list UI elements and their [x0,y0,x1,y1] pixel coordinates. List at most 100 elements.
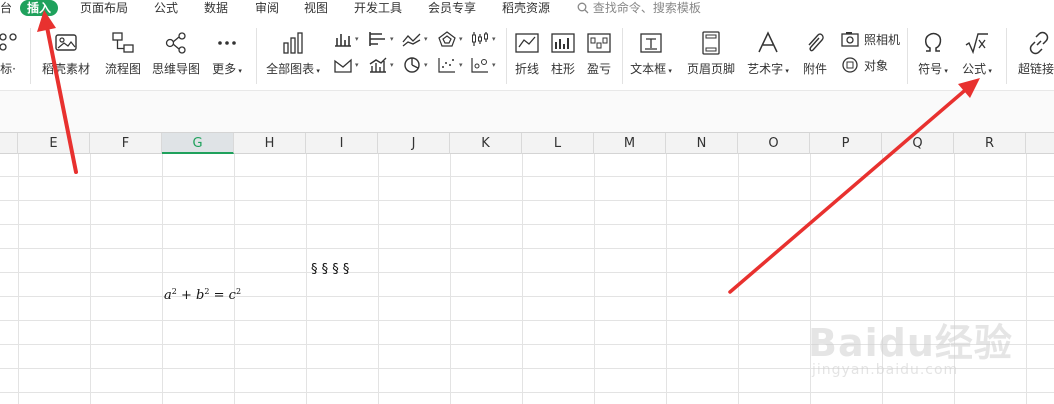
menu-tab-data[interactable]: 数据 [204,0,228,18]
more-button[interactable]: 更多 ▾ [208,28,246,86]
column-header-l[interactable]: L [522,133,594,154]
column-line [162,154,163,404]
formula-button[interactable]: 公式 ▾ [956,28,998,86]
shapes-icon [0,33,17,51]
bubble-chart-icon [471,58,488,73]
menu-tab-partial[interactable]: 台 [0,0,12,18]
menu-tab-member[interactable]: 会员专享 [428,0,476,18]
symbols-cell[interactable]: § § § § [311,262,349,277]
menu-tab-insert[interactable]: 插入 [20,0,59,16]
row-line [0,200,1054,201]
search-placeholder: 查找命令、搜索模板 [592,1,701,15]
command-search[interactable]: 查找命令、搜索模板 [577,0,701,16]
menu-bar: 台 插入 页面布局 公式 数据 审阅 视图 开发工具 会员专享 稻壳资源 查找命… [0,0,1054,18]
menu-tab-docer[interactable]: 稻壳资源 [502,0,550,18]
baidu-watermark: Baidu经验 jingyan.baidu.com [808,312,1048,402]
chevron-down-icon: ▾ [355,61,359,69]
column-header-q[interactable]: Q [882,133,954,154]
hyperlink-button[interactable]: 超链接 [1012,28,1054,86]
header-footer-button[interactable]: 页眉页脚 [684,28,738,86]
symbol-button[interactable]: 符号 ▾ [912,28,954,86]
watermark-url: jingyan.baidu.com [812,362,959,378]
bar-chart-icon [283,32,303,54]
docer-material-button[interactable]: 稻壳素材 [38,28,94,86]
flowchart-icon [112,32,134,53]
chevron-down-icon: ▾ [390,61,394,69]
camera-button[interactable]: 照相机 [840,30,904,50]
line-chart-dropdown[interactable]: ▾ [402,30,432,50]
chevron-down-icon: ▾ [492,61,496,69]
row-line [0,248,1054,249]
column-line [450,154,451,404]
omega-icon [925,32,942,52]
wordart-button[interactable]: 艺术字 ▾ [744,28,792,86]
menu-tab-formulas[interactable]: 公式 [154,0,178,18]
menu-tab-developer[interactable]: 开发工具 [354,0,402,18]
sparkline-winloss-button[interactable]: 盈亏 [582,28,616,86]
all-charts-button[interactable]: 全部图表 ▾ [262,28,324,86]
paperclip-icon [808,33,824,52]
more-dots-icon [218,41,236,45]
sparkline-column-button[interactable]: 柱形 [546,28,580,86]
row-line [0,176,1054,177]
menu-tab-view[interactable]: 视图 [304,0,328,18]
equation-object[interactable]: a2 + b2 = c2 [164,287,241,303]
flowchart-button[interactable]: 流程图 [102,28,144,86]
column-header-partial-right[interactable] [1026,133,1054,154]
bar-chart-dropdown[interactable]: ▾ [368,30,398,50]
column-line [666,154,667,404]
object-button[interactable]: 对象 [840,56,894,76]
ribbon-insert: 标· 稻壳素材 流程图 思维导图 更多 ▾ 全部图表 ▾ ▾ ▾ ▾ ▾ ▾ ▾… [0,18,1054,90]
column-header-h[interactable]: H [234,133,306,154]
column-header-partial[interactable] [0,133,18,154]
menu-tab-review[interactable]: 审阅 [255,0,279,18]
mindmap-button[interactable]: 思维导图 [150,28,202,86]
menu-tab-page-layout[interactable]: 页面布局 [80,0,128,18]
column-line [594,154,595,404]
column-line [234,154,235,404]
line-chart-icon [402,33,421,47]
column-line [738,154,739,404]
column-header-k[interactable]: K [450,133,522,154]
header-footer-icon [702,31,720,55]
column-header-m[interactable]: M [594,133,666,154]
column-header-r[interactable]: R [954,133,1026,154]
textbox-icon [640,33,662,53]
column-line [378,154,379,404]
column-header-j[interactable]: J [378,133,450,154]
column-header-o[interactable]: O [738,133,810,154]
object-icon [842,57,858,73]
scatter-chart-icon [438,58,455,73]
ribbon-separator [256,28,257,84]
radar-chart-icon [438,31,456,47]
pie-chart-dropdown[interactable]: ▾ [402,56,432,76]
partial-ribbon-button[interactable]: 标· [0,28,22,86]
sparkline-column-icon [551,33,575,53]
column-header-e[interactable]: E [18,133,90,154]
area-chart-dropdown[interactable]: ▾ [333,56,363,76]
search-icon [577,2,589,14]
scatter-chart-dropdown[interactable]: ▾ [437,56,467,76]
sparkline-line-button[interactable]: 折线 [510,28,544,86]
column-header-n[interactable]: N [666,133,738,154]
all-charts-label: 全部图表 ▾ [266,62,320,76]
square-root-icon [965,33,988,55]
column-line [18,154,19,404]
formula-bar-region [0,90,1054,132]
stock-chart-dropdown[interactable]: ▾ [470,30,500,50]
column-header-f[interactable]: F [90,133,162,154]
attachment-button[interactable]: 附件 [798,28,832,86]
formula-label: 公式 ▾ [962,62,992,76]
link-icon [1029,31,1049,55]
column-chart-dropdown[interactable]: ▾ [333,30,363,50]
bubble-chart-dropdown[interactable]: ▾ [470,56,500,76]
column-header-p[interactable]: P [810,133,882,154]
radar-chart-dropdown[interactable]: ▾ [437,30,467,50]
chevron-down-icon: ▾ [492,35,496,43]
chevron-down-icon: ▾ [355,35,359,43]
column-header-g[interactable]: G [162,133,234,154]
column-header-i[interactable]: I [306,133,378,154]
combo-chart-dropdown[interactable]: ▾ [368,56,398,76]
textbox-button[interactable]: 文本框 ▾ [626,28,676,86]
symbol-label: 符号 ▾ [918,62,948,76]
